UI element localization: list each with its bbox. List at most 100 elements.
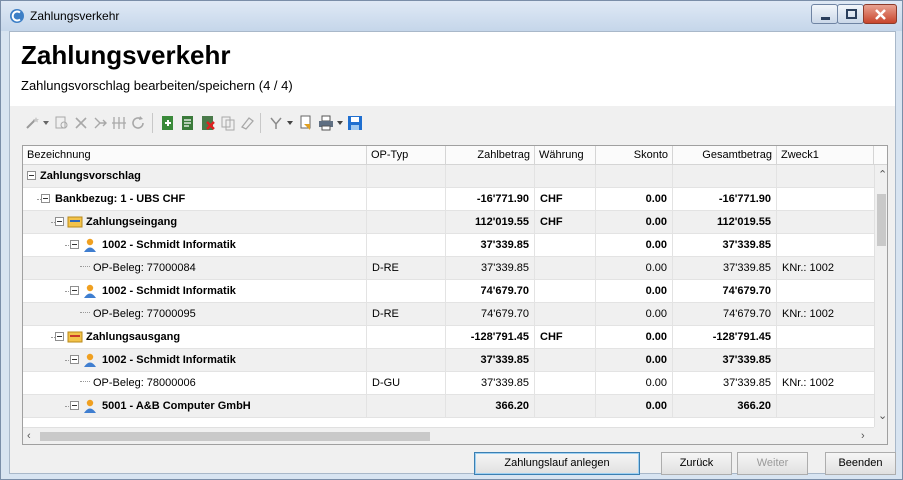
eraser-icon[interactable] <box>239 115 255 131</box>
cell-gesamtbetrag: 74'679.70 <box>673 303 777 325</box>
minimize-button[interactable] <box>811 4 838 24</box>
scroll-down-icon[interactable]: ⌄ <box>878 409 887 422</box>
cell-waehrung <box>535 257 596 279</box>
maximize-button[interactable] <box>837 4 864 24</box>
filter-icon[interactable] <box>268 115 284 131</box>
create-payment-run-button[interactable]: Zahlungslauf anlegen <box>474 452 640 475</box>
dialog-client-area: Zahlungsverkehr Zahlungsvorschlag bearbe… <box>9 31 896 475</box>
cell-bezeichnung <box>23 280 367 302</box>
cell-op-typ: D-GU <box>367 372 446 394</box>
cell-op-typ <box>367 234 446 256</box>
column-header-zweck1[interactable]: Zweck1 <box>777 146 874 165</box>
window-title: Zahlungsverkehr <box>30 9 120 23</box>
cell-waehrung <box>535 280 596 302</box>
table-row[interactable]: 5001 - A&B Computer GmbH 366.20 0.00 366… <box>23 395 874 418</box>
dropdown-arrow-icon[interactable] <box>43 121 49 125</box>
maximize-icon <box>846 9 857 19</box>
row-label: Zahlungsvorschlag <box>40 170 141 182</box>
cell-skonto: 0.00 <box>596 303 673 325</box>
table-row[interactable]: Zahlungsvorschlag <box>23 165 874 188</box>
table-row[interactable]: OP-Beleg: 78000006 D-GU 37'339.85 0.00 3… <box>23 372 874 395</box>
cell-skonto: 0.00 <box>596 257 673 279</box>
column-header-zahlbetrag[interactable]: Zahlbetrag <box>446 146 535 165</box>
cell-gesamtbetrag: 37'339.85 <box>673 372 777 394</box>
cell-op-typ <box>367 165 446 187</box>
column-header-waehrung[interactable]: Währung <box>535 146 596 165</box>
table-row[interactable]: 1002 - Schmidt Informatik 37'339.85 0.00… <box>23 234 874 257</box>
cell-zahlbetrag: 37'339.85 <box>446 234 535 256</box>
table-row[interactable]: 1002 - Schmidt Informatik 74'679.70 0.00… <box>23 280 874 303</box>
app-icon <box>10 9 24 23</box>
table-row[interactable]: Bankbezug: 1 - UBS CHF -16'771.90 CHF 0.… <box>23 188 874 211</box>
cell-zahlbetrag: -16'771.90 <box>446 188 535 210</box>
cell-bezeichnung <box>23 326 367 348</box>
cell-bezeichnung <box>23 303 367 325</box>
print-icon[interactable] <box>318 115 334 131</box>
wizard-header: Zahlungsverkehr Zahlungsvorschlag bearbe… <box>10 32 895 106</box>
vertical-scrollbar[interactable]: ⌃ ⌄ <box>874 165 887 427</box>
title-bar[interactable]: Zahlungsverkehr <box>1 1 902 31</box>
save-icon[interactable] <box>347 115 363 131</box>
payment-proposal-grid: Bezeichnung OP-Typ Zahlbetrag Währung Sk… <box>22 145 888 445</box>
document-search-icon[interactable] <box>54 115 70 131</box>
cell-zweck1: KNr.: 1002 <box>782 377 834 389</box>
table-row[interactable]: OP-Beleg: 77000084 D-RE 37'339.85 0.00 3… <box>23 257 874 280</box>
application-window: Zahlungsverkehr Zahlungsverkehr Zahlungs… <box>0 0 903 480</box>
scroll-left-icon[interactable]: ‹ <box>27 430 31 442</box>
next-button[interactable]: Weiter <box>737 452 808 475</box>
merge-icon[interactable] <box>111 115 127 131</box>
wand-icon[interactable] <box>24 115 40 131</box>
cell-zahlbetrag: 37'339.85 <box>446 257 535 279</box>
column-header-gesamtbetrag[interactable]: Gesamtbetrag <box>673 146 777 165</box>
table-row[interactable]: Zahlungseingang 112'019.55 CHF 0.00 112'… <box>23 211 874 234</box>
dropdown-arrow-icon[interactable] <box>287 121 293 125</box>
cell-zweck1 <box>777 326 874 348</box>
cell-op-typ <box>367 188 446 210</box>
cell-zweck1: KNr.: 1002 <box>782 308 834 320</box>
cell-bezeichnung <box>23 211 367 233</box>
refresh-icon[interactable] <box>130 115 146 131</box>
delete-x-icon[interactable] <box>73 115 89 131</box>
column-header-skonto[interactable]: Skonto <box>596 146 673 165</box>
horizontal-scroll-thumb[interactable] <box>40 432 430 441</box>
toolbar-separator <box>152 113 153 133</box>
scroll-up-icon[interactable]: ⌃ <box>878 168 887 181</box>
finish-button[interactable]: Beenden <box>825 452 896 475</box>
cell-waehrung: CHF <box>535 326 596 348</box>
cell-gesamtbetrag: -16'771.90 <box>673 188 777 210</box>
cell-waehrung <box>535 234 596 256</box>
cell-op-typ: D-RE <box>367 303 446 325</box>
cell-skonto: 0.00 <box>596 234 673 256</box>
filter-split-icon[interactable] <box>92 115 108 131</box>
table-row[interactable]: Zahlungsausgang -128'791.45 CHF 0.00 -12… <box>23 326 874 349</box>
column-header-op-typ[interactable]: OP-Typ <box>367 146 446 165</box>
column-header-bezeichnung[interactable]: Bezeichnung <box>23 146 367 165</box>
vertical-scroll-thumb[interactable] <box>877 194 886 246</box>
cell-waehrung <box>535 395 596 417</box>
back-button[interactable]: Zurück <box>661 452 732 475</box>
cell-zweck1 <box>777 349 874 371</box>
cell-op-typ <box>367 211 446 233</box>
cell-zahlbetrag: 366.20 <box>446 395 535 417</box>
table-row[interactable]: OP-Beleg: 77000095 D-RE 74'679.70 0.00 7… <box>23 303 874 326</box>
cell-gesamtbetrag: 37'339.85 <box>673 257 777 279</box>
horizontal-scrollbar[interactable]: ‹ › <box>23 427 874 444</box>
add-document-icon[interactable] <box>160 115 176 131</box>
cell-zahlbetrag: -128'791.45 <box>446 326 535 348</box>
close-button[interactable] <box>863 4 897 24</box>
table-row[interactable]: 1002 - Schmidt Informatik 37'339.85 0.00… <box>23 349 874 372</box>
cell-zweck1 <box>777 165 874 187</box>
cell-waehrung <box>535 349 596 371</box>
copy-document-icon[interactable] <box>220 115 236 131</box>
collapse-toggle[interactable] <box>27 171 36 180</box>
cell-zweck1 <box>777 280 874 302</box>
edit-document-icon[interactable] <box>180 115 196 131</box>
export-document-icon[interactable] <box>298 115 314 131</box>
dropdown-arrow-icon[interactable] <box>337 121 343 125</box>
cell-zweck1 <box>777 395 874 417</box>
close-icon <box>875 9 886 20</box>
delete-document-icon[interactable] <box>200 115 216 131</box>
cell-skonto: 0.00 <box>596 349 673 371</box>
scroll-right-icon[interactable]: › <box>861 430 865 442</box>
cell-skonto: 0.00 <box>596 211 673 233</box>
